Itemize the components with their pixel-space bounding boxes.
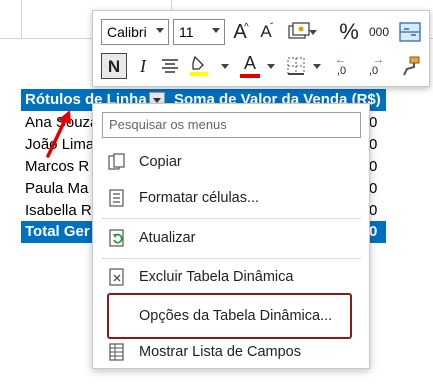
menu-item-refresh[interactable]: Atualizar xyxy=(94,221,368,255)
wrap-text-icon xyxy=(399,22,421,42)
chevron-down-icon xyxy=(309,30,317,35)
format-painter-icon xyxy=(403,56,420,76)
format-cells-icon xyxy=(109,189,124,207)
borders-button[interactable] xyxy=(285,53,307,79)
comma-style-button[interactable]: 000 xyxy=(365,19,393,45)
increase-decimal-button[interactable]: ← ,0 xyxy=(333,53,361,79)
align-center-icon xyxy=(162,59,178,73)
font-color-button[interactable]: A xyxy=(239,53,261,79)
row-value: 0 xyxy=(369,114,378,131)
percent-style-button[interactable]: % xyxy=(337,19,361,45)
grow-font-button[interactable]: A ^ xyxy=(229,19,251,45)
chevron-down-icon[interactable] xyxy=(221,64,229,69)
format-painter-button[interactable] xyxy=(399,53,423,79)
bold-button[interactable]: N xyxy=(101,53,127,79)
total-label: Total Ger xyxy=(25,223,90,240)
row-value: 0 xyxy=(369,202,378,219)
menu-item-copy[interactable]: Copiar xyxy=(94,145,368,179)
menu-item-format-cells[interactable]: Formatar células... xyxy=(94,181,368,215)
row-name: Isabella R xyxy=(25,202,92,219)
shrink-font-button[interactable]: Aˇ xyxy=(255,19,277,45)
chevron-down-icon xyxy=(156,28,164,33)
number-format-icon xyxy=(288,22,310,39)
italic-button[interactable]: I xyxy=(133,53,153,79)
total-value: 0 xyxy=(369,223,378,240)
borders-icon xyxy=(287,57,305,75)
chevron-down-icon[interactable] xyxy=(267,64,275,69)
menu-item-show-field-list[interactable]: Mostrar Lista de Campos xyxy=(94,335,368,369)
menu-separator xyxy=(102,258,361,259)
font-name-select[interactable]: Calibri xyxy=(101,19,169,45)
context-menu: Pesquisar os menus Copiar Formatar célul… xyxy=(92,103,370,369)
font-size-select[interactable]: 11 xyxy=(173,19,225,45)
annotation-arrow-icon xyxy=(46,110,71,158)
row-value: 0 xyxy=(369,158,378,175)
highlight-color-button[interactable] xyxy=(187,53,211,79)
menu-separator xyxy=(102,218,361,219)
decrease-decimal-button[interactable]: → ,0 xyxy=(365,53,393,79)
mini-toolbar: Calibri 11 A ^ Aˇ % 000 N I A ← ,0 → ,0 xyxy=(92,10,430,87)
center-align-button[interactable] xyxy=(159,53,181,79)
menu-search-input[interactable]: Pesquisar os menus xyxy=(102,112,361,138)
row-value: 0 xyxy=(369,136,378,153)
gridline xyxy=(21,0,22,38)
delete-pivot-icon xyxy=(109,268,124,286)
wrap-text-button[interactable] xyxy=(397,19,423,45)
menu-item-delete-pivot[interactable]: Excluir Tabela Dinâmica xyxy=(94,260,368,294)
copy-icon xyxy=(108,153,125,170)
refresh-icon xyxy=(109,229,124,247)
chevron-down-icon[interactable] xyxy=(313,64,321,69)
highlighter-icon xyxy=(190,55,208,76)
row-value: 0 xyxy=(369,180,378,197)
number-format-button[interactable] xyxy=(283,19,317,45)
field-list-icon xyxy=(109,343,124,361)
chevron-down-icon xyxy=(212,28,220,33)
row-name: Paula Ma xyxy=(25,180,89,197)
menu-item-pivot-options[interactable]: Opções da Tabela Dinâmica... xyxy=(94,299,368,333)
